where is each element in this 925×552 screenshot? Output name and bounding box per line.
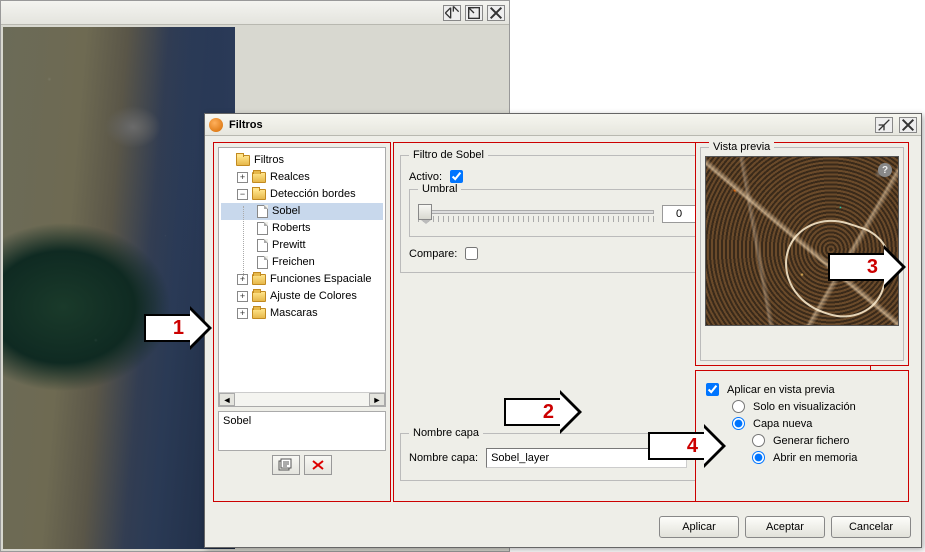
umbral-value-input[interactable] (662, 205, 696, 223)
dialog-close-icon[interactable] (899, 117, 917, 133)
tree-label: Ajuste de Colores (270, 288, 357, 305)
aplicar-button[interactable]: Aplicar (659, 516, 739, 538)
expand-icon[interactable]: + (237, 308, 248, 319)
maximize-icon[interactable] (443, 5, 461, 21)
filters-dialog: Filtros Filtros + Realce (204, 113, 922, 548)
file-icon (257, 222, 268, 235)
aplicar-preview-label: Aplicar en vista previa (727, 384, 835, 396)
file-icon (257, 239, 268, 252)
add-filter-button[interactable] (272, 455, 300, 475)
restore-icon[interactable] (465, 5, 483, 21)
file-icon (257, 256, 268, 269)
tree-label: Freichen (272, 254, 315, 271)
group-title: Nombre capa (409, 427, 483, 439)
selected-filter-name: Sobel (218, 411, 386, 451)
selected-filter-label: Sobel (223, 415, 251, 427)
compare-label: Compare: (409, 248, 457, 260)
tree-label: Funciones Espaciale (270, 271, 372, 288)
scrollbar[interactable] (235, 393, 369, 406)
folder-icon (252, 274, 266, 285)
filters-tree[interactable]: Filtros + Realces − Detección bordes (218, 147, 386, 407)
output-options-panel: Aplicar en vista previa Solo en visualiz… (695, 370, 909, 502)
folder-icon (252, 172, 266, 183)
tree-label: Sobel (272, 203, 300, 220)
tree-node-funciones[interactable]: + Funciones Espaciale (221, 271, 383, 288)
app-icon (209, 118, 223, 132)
tree-node-mascaras[interactable]: + Mascaras (221, 305, 383, 322)
generar-fichero-radio[interactable] (752, 434, 765, 447)
map-window-titlebar (1, 1, 509, 25)
tree-label: Prewitt (272, 237, 306, 254)
activo-checkbox[interactable] (450, 170, 463, 183)
collapse-icon[interactable]: − (237, 189, 248, 200)
generar-fichero-label: Generar fichero (773, 435, 849, 447)
close-icon[interactable] (487, 5, 505, 21)
expand-icon[interactable]: + (237, 172, 248, 183)
tree-label: Realces (270, 169, 310, 186)
solo-visualizacion-radio[interactable] (732, 400, 745, 413)
aceptar-button[interactable]: Aceptar (745, 516, 825, 538)
cancelar-button[interactable]: Cancelar (831, 516, 911, 538)
dialog-titlebar[interactable]: Filtros (205, 114, 921, 136)
nombre-label: Nombre capa: (409, 452, 478, 464)
group-title: Filtro de Sobel (409, 149, 488, 161)
filters-tree-panel: Filtros + Realces − Detección bordes (213, 142, 391, 502)
tree-label: Filtros (254, 152, 284, 169)
nombre-capa-group: Nombre capa Nombre capa: (400, 433, 696, 481)
tree-label: Roberts (272, 220, 311, 237)
preview-image[interactable]: ? (705, 156, 899, 326)
abrir-memoria-label: Abrir en memoria (773, 452, 857, 464)
activo-label: Activo: (409, 171, 442, 183)
tree-node-realces[interactable]: + Realces (221, 169, 383, 186)
folder-icon (252, 189, 266, 200)
tree-label: Detección bordes (270, 186, 356, 203)
preview-panel: Vista previa ? (695, 142, 909, 366)
nombre-capa-input[interactable] (486, 448, 687, 468)
dialog-title: Filtros (229, 119, 869, 131)
sobel-group: Filtro de Sobel Activo: Umbral (400, 155, 696, 273)
group-title: Umbral (418, 183, 461, 195)
help-icon[interactable]: ? (878, 163, 892, 177)
expand-icon[interactable]: + (237, 291, 248, 302)
tree-label: Mascaras (270, 305, 318, 322)
tree-node-ajuste[interactable]: + Ajuste de Colores (221, 288, 383, 305)
dialog-maximize-icon[interactable] (875, 117, 893, 133)
scroll-right-icon[interactable]: ► (369, 393, 385, 406)
folder-icon (252, 291, 266, 302)
tree-node-deteccion[interactable]: − Detección bordes (221, 186, 383, 203)
dialog-button-bar: Aplicar Aceptar Cancelar (205, 513, 921, 547)
tree-root[interactable]: Filtros (221, 152, 383, 169)
abrir-memoria-radio[interactable] (752, 451, 765, 464)
tree-item-sobel[interactable]: Sobel (221, 203, 383, 220)
solo-visualizacion-label: Solo en visualización (753, 401, 856, 413)
compare-checkbox[interactable] (465, 247, 478, 260)
slider-thumb-icon[interactable] (418, 204, 432, 220)
capa-nueva-label: Capa nueva (753, 418, 812, 430)
tree-item-roberts[interactable]: Roberts (221, 220, 383, 237)
capa-nueva-radio[interactable] (732, 417, 745, 430)
satellite-image (3, 27, 235, 549)
group-title: Vista previa (709, 141, 774, 153)
umbral-slider[interactable] (418, 204, 654, 224)
tree-item-prewitt[interactable]: Prewitt (221, 237, 383, 254)
tree-item-freichen[interactable]: Freichen (221, 254, 383, 271)
remove-filter-button[interactable] (304, 455, 332, 475)
folder-icon (252, 308, 266, 319)
scroll-left-icon[interactable]: ◄ (219, 393, 235, 406)
folder-icon (236, 155, 250, 166)
aplicar-preview-checkbox[interactable] (706, 383, 719, 396)
file-icon (257, 205, 268, 218)
